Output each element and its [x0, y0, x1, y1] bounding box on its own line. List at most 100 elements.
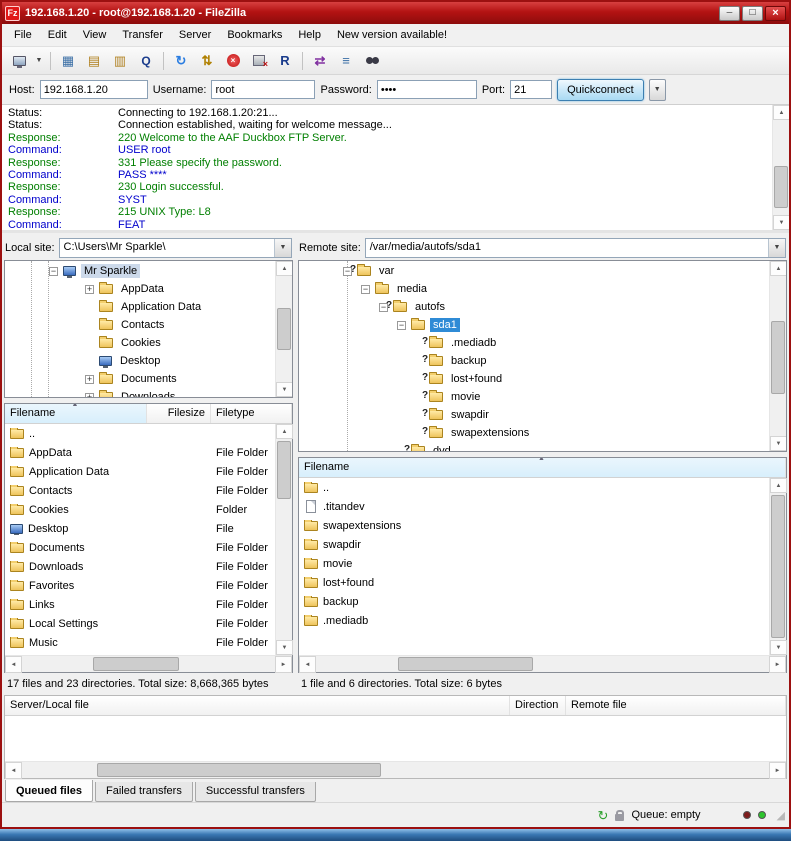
file-row[interactable]: DocumentsFile Folder	[5, 538, 275, 557]
minimize-button[interactable]	[719, 6, 740, 21]
tree-item[interactable]: −media	[299, 280, 769, 298]
tree-item[interactable]: dvd	[299, 442, 769, 451]
expand-toggle[interactable]: +	[85, 285, 94, 294]
file-row[interactable]: ..	[299, 478, 769, 497]
file-row[interactable]: AppDataFile Folder	[5, 443, 275, 462]
maximize-button[interactable]	[742, 6, 763, 21]
site-manager-button[interactable]	[7, 50, 31, 72]
tree-item[interactable]: −var	[299, 262, 769, 280]
menu-edit[interactable]: Edit	[40, 25, 75, 45]
tree-item[interactable]: +Downloads	[5, 388, 275, 397]
scroll-up-icon[interactable]: ▲	[770, 261, 787, 276]
scroll-up-icon[interactable]: ▲	[276, 261, 293, 276]
host-input[interactable]	[40, 80, 148, 99]
scrollbar-thumb[interactable]	[277, 441, 291, 499]
find-files-button[interactable]	[360, 50, 384, 72]
expand-toggle[interactable]: +	[85, 393, 94, 398]
column-header-local-file[interactable]: Server/Local file	[5, 696, 510, 715]
remote-list-hscrollbar[interactable]: ◄ ►	[299, 655, 786, 672]
file-row[interactable]: Local SettingsFile Folder	[5, 614, 275, 633]
toggle-queue-button[interactable]: Q	[134, 50, 158, 72]
remote-list-scrollbar[interactable]: ▲ ▼	[769, 478, 786, 655]
tree-item[interactable]: −Mr Sparkle	[5, 262, 275, 280]
menu-file[interactable]: File	[6, 25, 40, 45]
tree-item[interactable]: Desktop	[5, 352, 275, 370]
file-row[interactable]: DesktopFile	[5, 519, 275, 538]
tree-item[interactable]: swapdir	[299, 406, 769, 424]
scroll-right-icon[interactable]: ►	[275, 656, 292, 673]
local-tree-scrollbar[interactable]: ▲ ▼	[275, 261, 292, 397]
resize-grip-icon[interactable]: ◢	[777, 809, 785, 822]
tree-item[interactable]: −autofs	[299, 298, 769, 316]
chevron-down-icon[interactable]: ▼	[274, 239, 291, 257]
file-row[interactable]: .mediadb	[299, 611, 769, 630]
directory-comparison-button[interactable]: ⇄	[308, 50, 332, 72]
chevron-down-icon[interactable]: ▼	[768, 239, 785, 257]
local-list-hscrollbar[interactable]: ◄ ►	[5, 655, 292, 672]
scrollbar-thumb[interactable]	[398, 657, 534, 671]
scroll-down-icon[interactable]: ▼	[276, 640, 293, 655]
scroll-left-icon[interactable]: ◄	[5, 762, 22, 779]
scroll-up-icon[interactable]: ▲	[773, 105, 789, 120]
scroll-left-icon[interactable]: ◄	[5, 656, 22, 673]
log-scrollbar[interactable]: ▲ ▼	[772, 105, 789, 230]
expand-toggle[interactable]: −	[361, 285, 370, 294]
tab-failed-transfers[interactable]: Failed transfers	[95, 782, 193, 802]
menu-view[interactable]: View	[75, 25, 115, 45]
tree-item[interactable]: Application Data	[5, 298, 275, 316]
file-row[interactable]: DownloadsFile Folder	[5, 557, 275, 576]
expand-toggle[interactable]: −	[397, 321, 406, 330]
file-row[interactable]: swapdir	[299, 535, 769, 554]
speed-limits-icon[interactable]: ↻	[598, 809, 609, 822]
scroll-down-icon[interactable]: ▼	[770, 436, 787, 451]
synchronized-browsing-button[interactable]: ≡	[334, 50, 358, 72]
close-button[interactable]	[765, 6, 786, 21]
tree-item[interactable]: +AppData	[5, 280, 275, 298]
refresh-button[interactable]: ↻	[169, 50, 193, 72]
toggle-log-button[interactable]: ▦	[56, 50, 80, 72]
local-list-scrollbar[interactable]: ▲ ▼	[275, 424, 292, 655]
tree-item[interactable]: Cookies	[5, 334, 275, 352]
tree-item[interactable]: .mediadb	[299, 334, 769, 352]
tree-item[interactable]: swapextensions	[299, 424, 769, 442]
file-row[interactable]: LinksFile Folder	[5, 595, 275, 614]
process-queue-button[interactable]: ⇅	[195, 50, 219, 72]
column-header-filesize[interactable]: Filesize	[147, 404, 211, 423]
menu-server[interactable]: Server	[171, 25, 219, 45]
password-input[interactable]	[377, 80, 477, 99]
queue-hscrollbar[interactable]: ◄ ►	[5, 761, 786, 778]
username-input[interactable]	[211, 80, 315, 99]
file-row[interactable]: lost+found	[299, 573, 769, 592]
local-site-combo[interactable]: C:\Users\Mr Sparkle\ ▼	[59, 238, 292, 258]
file-row[interactable]: CookiesFolder	[5, 500, 275, 519]
lock-icon[interactable]	[615, 814, 624, 821]
file-row[interactable]: MusicFile Folder	[5, 633, 275, 652]
expand-toggle[interactable]: −	[49, 267, 58, 276]
disconnect-button[interactable]	[247, 50, 271, 72]
scroll-right-icon[interactable]: ►	[769, 762, 786, 779]
site-manager-dropdown[interactable]: ▼	[33, 50, 45, 72]
scroll-down-icon[interactable]: ▼	[770, 640, 787, 655]
reconnect-button[interactable]: R	[273, 50, 297, 72]
expand-toggle[interactable]: +	[85, 375, 94, 384]
tree-item[interactable]: Contacts	[5, 316, 275, 334]
file-row[interactable]: ContactsFile Folder	[5, 481, 275, 500]
file-row[interactable]: backup	[299, 592, 769, 611]
scroll-right-icon[interactable]: ►	[769, 656, 786, 673]
scroll-down-icon[interactable]: ▼	[773, 215, 789, 230]
menu-bookmarks[interactable]: Bookmarks	[219, 25, 290, 45]
column-header-filename[interactable]: ▲Filename	[299, 458, 786, 477]
tree-item[interactable]: −sda1	[299, 316, 769, 334]
scroll-up-icon[interactable]: ▲	[276, 424, 293, 439]
scrollbar-thumb[interactable]	[771, 321, 785, 395]
remote-tree-scrollbar[interactable]: ▲ ▼	[769, 261, 786, 451]
file-row[interactable]: swapextensions	[299, 516, 769, 535]
menu-new-version[interactable]: New version available!	[329, 25, 455, 45]
tree-item[interactable]: movie	[299, 388, 769, 406]
column-header-direction[interactable]: Direction	[510, 696, 566, 715]
scroll-up-icon[interactable]: ▲	[770, 478, 787, 493]
menu-transfer[interactable]: Transfer	[114, 25, 171, 45]
quickconnect-dropdown[interactable]: ▼	[649, 79, 666, 101]
scrollbar-thumb[interactable]	[97, 763, 381, 777]
scrollbar-thumb[interactable]	[771, 495, 785, 638]
